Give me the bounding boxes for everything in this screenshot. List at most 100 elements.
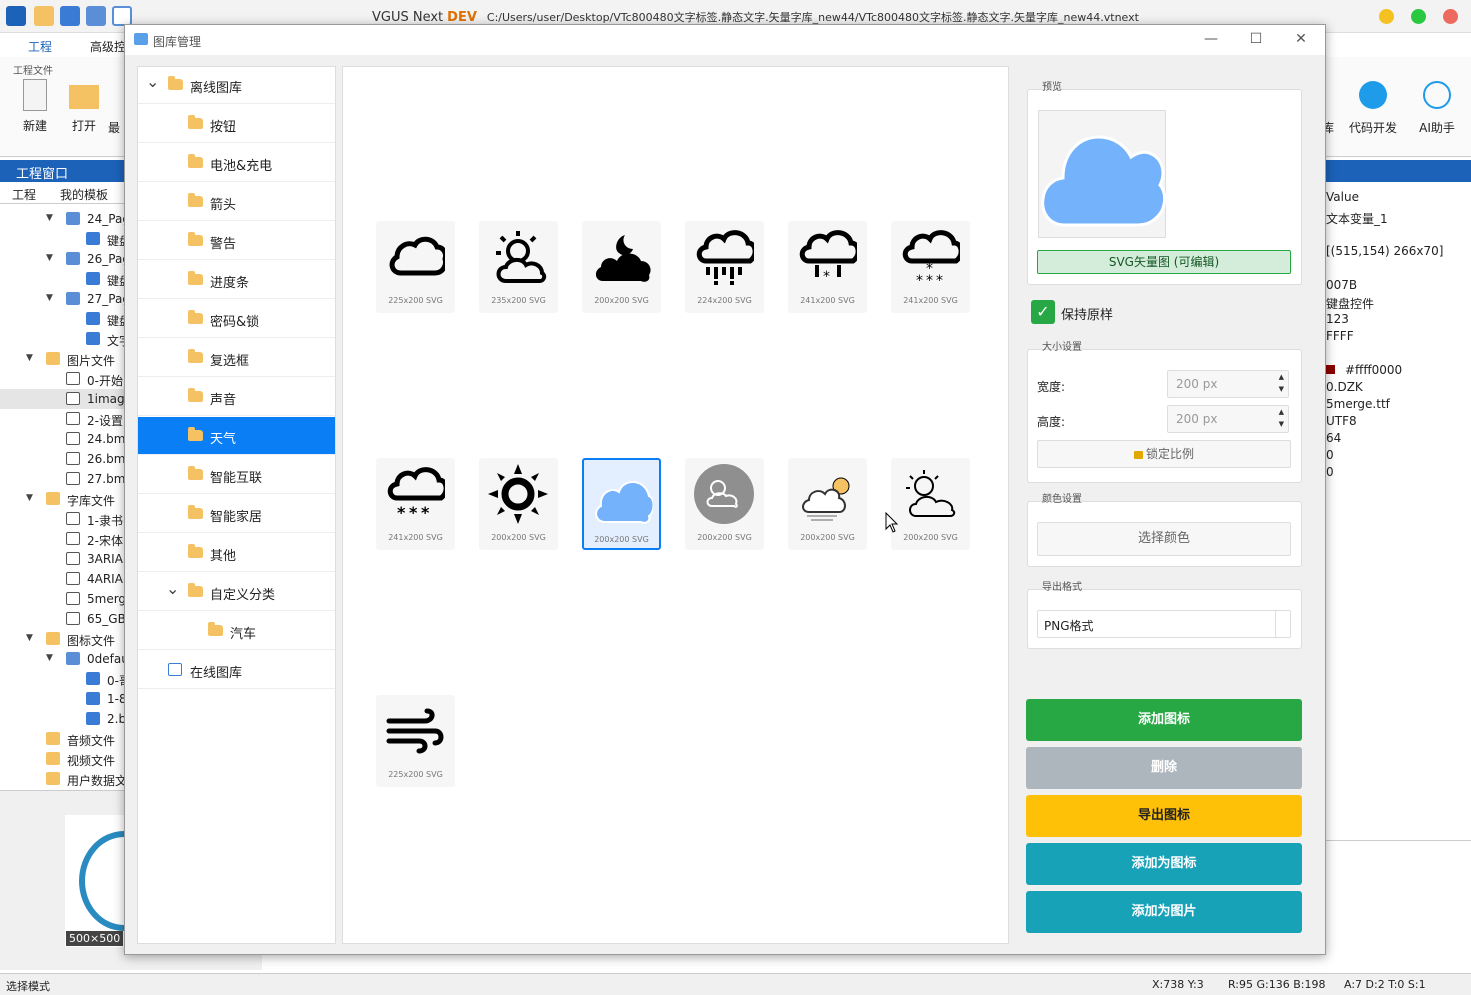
project-tree-item[interactable]: 24.bmp (0, 429, 126, 449)
dialog-minimize-button[interactable]: — (1201, 31, 1221, 47)
project-tree-item[interactable]: 1-8 (0, 689, 126, 709)
icon-tile[interactable]: 200x200 SVG (685, 458, 764, 550)
project-tree-item[interactable]: 26.bmp (0, 449, 126, 469)
property-value[interactable]: 0.DZK (1326, 380, 1363, 394)
project-tree-item[interactable]: 用户数据文 (0, 769, 126, 789)
export-icon-button[interactable]: 导出图标 (1026, 795, 1302, 837)
category-item[interactable]: 智能互联 (138, 456, 335, 494)
tab-project-tree[interactable]: 工程 (12, 186, 36, 203)
category-item[interactable]: 天气 (138, 417, 335, 455)
icon-tile[interactable]: 200x200 SVG (582, 221, 661, 313)
lock-ratio-button[interactable]: 锁定比例 (1037, 440, 1291, 468)
property-value[interactable]: 123 (1326, 312, 1349, 326)
category-item[interactable]: 复选框 (138, 339, 335, 377)
project-tree-item[interactable]: 4ARIAL (0, 569, 126, 589)
project-tree-item[interactable]: ▼ 字库文件 (0, 489, 126, 509)
property-value[interactable]: 5merge.ttf (1326, 397, 1390, 411)
property-value[interactable]: 64 (1326, 431, 1341, 445)
dialog-close-button[interactable]: ✕ (1291, 31, 1311, 47)
keep-original-checkbox[interactable]: ✓ (1031, 300, 1055, 324)
dialog-maximize-button[interactable]: ☐ (1246, 31, 1266, 47)
add-icon-button[interactable]: 添加图标 (1026, 699, 1302, 741)
property-value[interactable]: 0 (1326, 465, 1334, 479)
project-tree-item[interactable]: 27.bmp (0, 469, 126, 489)
recent-button[interactable]: 最 (108, 119, 124, 136)
build-icon[interactable] (86, 6, 106, 26)
expand-arrow-icon[interactable]: ▼ (46, 213, 53, 223)
project-tree-item[interactable]: 5merg (0, 589, 126, 609)
category-item[interactable]: 电池&充电 (138, 144, 335, 182)
close-dot-icon[interactable] (1443, 9, 1458, 24)
tab-advanced[interactable]: 高级控 (90, 38, 126, 55)
expand-arrow-icon[interactable]: ▼ (26, 493, 33, 503)
project-tree-item[interactable]: 2-宋体 (0, 529, 126, 549)
expand-chevron-icon[interactable]: ⌄ (166, 579, 179, 598)
new-button[interactable]: 新建 (13, 79, 57, 134)
category-item[interactable]: 进度条 (138, 261, 335, 299)
category-item[interactable]: 在线图库 (138, 651, 335, 689)
category-item[interactable]: 其他 (138, 534, 335, 572)
expand-arrow-icon[interactable]: ▼ (26, 633, 33, 643)
project-tree-item[interactable]: 键盘 (0, 229, 126, 249)
project-tree-item[interactable]: 视频文件 (0, 749, 126, 769)
expand-arrow-icon[interactable]: ▼ (46, 293, 53, 303)
icon-tile[interactable]: 225x200 SVG (376, 695, 455, 787)
icon-tile[interactable]: 200x200 SVG (479, 458, 558, 550)
expand-arrow-icon[interactable]: ▼ (46, 653, 53, 663)
width-up-icon[interactable]: ▲ (1279, 373, 1284, 381)
save-icon[interactable] (60, 6, 80, 26)
project-tree-item[interactable]: 2.b (0, 709, 126, 729)
height-down-icon[interactable]: ▼ (1279, 420, 1284, 428)
icon-tile[interactable]: 200x200 SVG (582, 458, 661, 550)
category-item[interactable]: 箭头 (138, 183, 335, 221)
open-folder-icon[interactable] (34, 6, 54, 26)
code-dev-button[interactable]: 代码开发 (1346, 79, 1400, 136)
icon-tile[interactable]: * * * 241x200 SVG (376, 458, 455, 550)
width-down-icon[interactable]: ▼ (1279, 385, 1284, 393)
project-tree-item[interactable]: 文字 (0, 329, 126, 349)
project-tree-item[interactable]: 3ARIAL (0, 549, 126, 569)
property-value[interactable]: 键盘控件 (1326, 295, 1374, 312)
category-item[interactable]: ⌄ 自定义分类 (138, 573, 335, 611)
property-value[interactable]: UTF8 (1326, 414, 1357, 428)
category-item[interactable]: 汽车 (138, 612, 335, 650)
delete-button[interactable]: 删除 (1026, 747, 1302, 789)
project-tree-item[interactable]: 键盘 (0, 269, 126, 289)
project-tree-item[interactable]: ▼ 图片文件 (0, 349, 126, 369)
maximize-dot-icon[interactable] (1411, 9, 1426, 24)
category-item[interactable]: 智能家居 (138, 495, 335, 533)
open-button[interactable]: 打开 (62, 79, 106, 134)
width-stepper[interactable]: 200 px ▲ ▼ (1167, 370, 1289, 398)
icon-tile[interactable]: 224x200 SVG (685, 221, 764, 313)
project-tree-item[interactable]: 2-设置 (0, 409, 126, 429)
icon-tile[interactable]: * * * * 241x200 SVG (891, 221, 970, 313)
category-item[interactable]: ⌄ 离线图库 (138, 66, 335, 104)
project-tree-item[interactable]: ▼ 26_Pag (0, 249, 126, 269)
ai-assistant-button[interactable]: AI助手 (1415, 79, 1459, 136)
project-tree-item[interactable]: 1-隶书 (0, 509, 126, 529)
expand-chevron-icon[interactable]: ⌄ (146, 72, 159, 91)
project-tree-item[interactable]: 音频文件 (0, 729, 126, 749)
project-tree-item[interactable]: ▼ 24_Pag (0, 209, 126, 229)
category-item[interactable]: 警告 (138, 222, 335, 260)
property-value[interactable]: 0 (1326, 448, 1334, 462)
height-up-icon[interactable]: ▲ (1279, 408, 1284, 416)
category-item[interactable]: 按钮 (138, 105, 335, 143)
project-tree-item[interactable]: 键盘 (0, 309, 126, 329)
expand-arrow-icon[interactable]: ▼ (26, 353, 33, 363)
property-value[interactable]: [(515,154) 266x70] (1326, 244, 1443, 258)
project-tree-item[interactable]: 0-开始 (0, 369, 126, 389)
add-as-icon-button[interactable]: 添加为图标 (1026, 843, 1302, 885)
project-tree-item[interactable]: 65_GB (0, 609, 126, 629)
minimize-dot-icon[interactable] (1379, 9, 1394, 24)
project-tree-item[interactable]: ▼ 图标文件 (0, 629, 126, 649)
height-stepper[interactable]: 200 px ▲ ▼ (1167, 405, 1289, 433)
icon-tile[interactable]: 235x200 SVG (479, 221, 558, 313)
preview-icon[interactable] (112, 6, 132, 26)
export-format-select[interactable]: PNG格式 (1037, 610, 1291, 638)
property-value[interactable]: 007B (1326, 278, 1357, 292)
project-tree-item[interactable]: ▼ 27_Pag (0, 289, 126, 309)
project-tree-item[interactable]: 0-哥 (0, 669, 126, 689)
property-value[interactable]: #ffff0000 (1326, 363, 1402, 377)
icon-tile[interactable]: 225x200 SVG (376, 221, 455, 313)
